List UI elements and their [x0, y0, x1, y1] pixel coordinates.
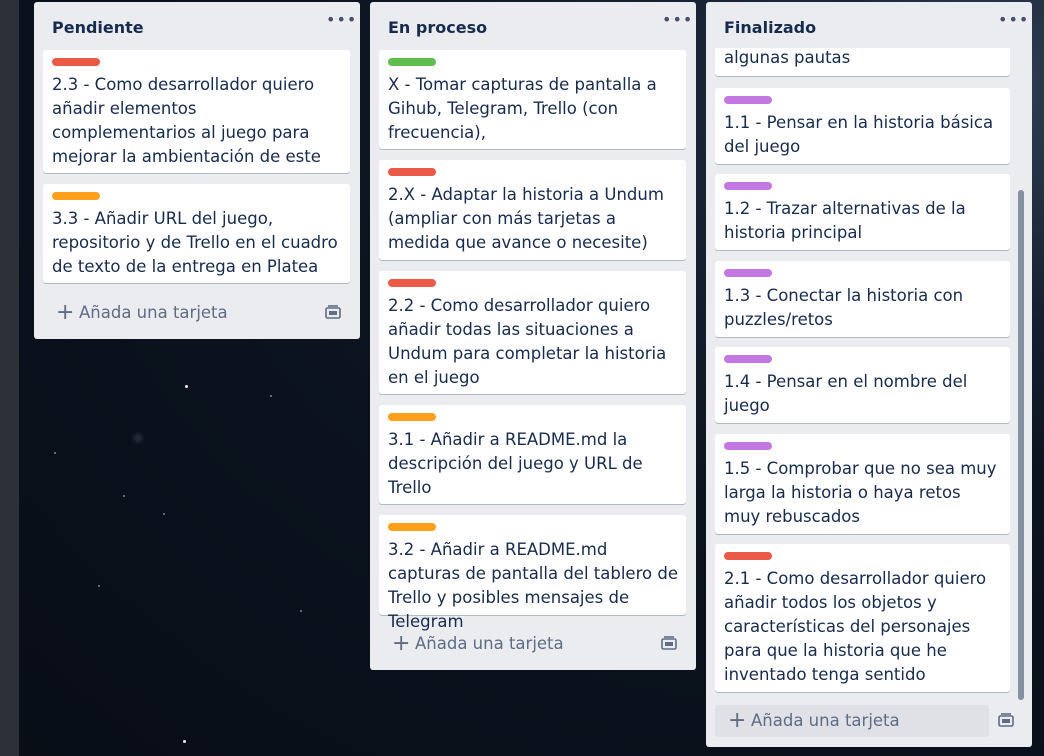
card[interactable]: 3.1 - Añadir a README.md la descripción …: [379, 405, 686, 504]
background-star: [98, 585, 100, 587]
add-card-label: Añada una tarjeta: [79, 303, 228, 322]
card[interactable]: algunas pautas: [715, 48, 1010, 76]
card-label: [388, 413, 436, 421]
card-title: X - Tomar capturas de pantalla a Gihub, …: [388, 75, 657, 142]
card[interactable]: 2.3 - Como desarrollador quiero añadir e…: [43, 50, 350, 173]
card-template-icon[interactable]: [661, 636, 677, 650]
card[interactable]: 1.5 - Comprobar que no sea muy larga la …: [715, 434, 1010, 534]
card-title: 3.1 - Añadir a README.md la descripción …: [388, 430, 643, 497]
card-label: [388, 168, 436, 176]
more-horizontal-icon[interactable]: •••: [326, 10, 356, 30]
card-title: 1.2 - Trazar alternativas de la historia…: [724, 199, 966, 242]
card[interactable]: 1.2 - Trazar alternativas de la historia…: [715, 174, 1010, 250]
card-label: [724, 442, 772, 450]
add-card-label: Añada una tarjeta: [415, 634, 564, 653]
card-label: [724, 355, 772, 363]
card-title: 1.3 - Conectar la historia con puzzles/r…: [724, 286, 964, 329]
scrollbar[interactable]: [1018, 190, 1024, 700]
card-title: 2.X - Adaptar la historia a Undum (ampli…: [388, 185, 664, 252]
card-title: 1.1 - Pensar en la historia básica del j…: [724, 113, 994, 156]
card[interactable]: 3.2 - Añadir a README.md capturas de pan…: [379, 515, 686, 631]
background-star: [54, 452, 56, 454]
background-star: [183, 740, 186, 743]
plus-icon: +: [392, 631, 411, 656]
background-star: [185, 385, 188, 388]
list-title[interactable]: Finalizado: [724, 18, 816, 37]
card-title: 3.3 - Añadir URL del juego, repositorio …: [52, 209, 338, 276]
card-label: [388, 523, 436, 531]
card[interactable]: 3.3 - Añadir URL del juego, repositorio …: [43, 184, 350, 283]
add-card-button[interactable]: + Añada una tarjeta: [379, 628, 649, 660]
list-header[interactable]: En proceso •••: [370, 2, 696, 50]
card-template-icon[interactable]: [325, 305, 341, 319]
background-star: [163, 513, 165, 515]
add-card-button[interactable]: + Añada una tarjeta: [715, 705, 989, 737]
list-header[interactable]: Finalizado •••: [706, 2, 1032, 50]
card-title: 2.1 - Como desarrollador quiero añadir t…: [724, 569, 987, 684]
card-title: 3.2 - Añadir a README.md capturas de pan…: [388, 540, 678, 631]
card[interactable]: 1.4 - Pensar en el nombre del juego: [715, 347, 1010, 423]
card-label: [724, 269, 772, 277]
card-label: [724, 96, 772, 104]
add-card-label: Añada una tarjeta: [751, 711, 900, 730]
background-star: [300, 610, 302, 612]
card[interactable]: 2.X - Adaptar la historia a Undum (ampli…: [379, 160, 686, 260]
list-header[interactable]: Pendiente •••: [34, 2, 360, 50]
list-finalizado: Finalizado ••• algunas pautas 1.1 - Pens…: [706, 2, 1032, 747]
card-label: [52, 192, 100, 200]
card-label: [724, 182, 772, 190]
background-star: [134, 434, 142, 442]
background-star: [123, 495, 125, 497]
card[interactable]: 2.1 - Como desarrollador quiero añadir t…: [715, 544, 1010, 692]
card-template-icon[interactable]: [998, 713, 1014, 727]
card-label: [388, 58, 436, 66]
card-label: [52, 58, 100, 66]
more-horizontal-icon[interactable]: •••: [662, 10, 692, 30]
card[interactable]: X - Tomar capturas de pantalla a Gihub, …: [379, 50, 686, 149]
card[interactable]: 2.2 - Como desarrollador quiero añadir t…: [379, 271, 686, 394]
card[interactable]: 1.1 - Pensar en la historia básica del j…: [715, 88, 1010, 164]
list-title[interactable]: Pendiente: [52, 18, 144, 37]
plus-icon: +: [728, 708, 747, 733]
list-title[interactable]: En proceso: [388, 18, 487, 37]
more-horizontal-icon[interactable]: •••: [998, 10, 1028, 30]
card[interactable]: 1.3 - Conectar la historia con puzzles/r…: [715, 261, 1010, 337]
card-list-scroll-area[interactable]: algunas pautas 1.1 - Pensar en la histor…: [706, 48, 1032, 698]
card-title: algunas pautas: [724, 48, 851, 67]
card-title: 1.4 - Pensar en el nombre del juego: [724, 372, 968, 415]
card-title: 2.3 - Como desarrollador quiero añadir e…: [52, 75, 321, 166]
scrollbar-thumb[interactable]: [1018, 190, 1024, 700]
card-label: [724, 552, 772, 560]
card-title: 2.2 - Como desarrollador quiero añadir t…: [388, 296, 667, 387]
plus-icon: +: [56, 300, 75, 325]
card-label: [388, 279, 436, 287]
add-card-button[interactable]: + Añada una tarjeta: [43, 297, 313, 329]
background-star: [270, 395, 272, 397]
window-left-edge: [0, 0, 19, 756]
card-title: 1.5 - Comprobar que no sea muy larga la …: [724, 459, 997, 526]
list-pendiente: Pendiente ••• 2.3 - Como desarrollador q…: [34, 2, 360, 339]
list-en-proceso: En proceso ••• X - Tomar capturas de pan…: [370, 2, 696, 670]
